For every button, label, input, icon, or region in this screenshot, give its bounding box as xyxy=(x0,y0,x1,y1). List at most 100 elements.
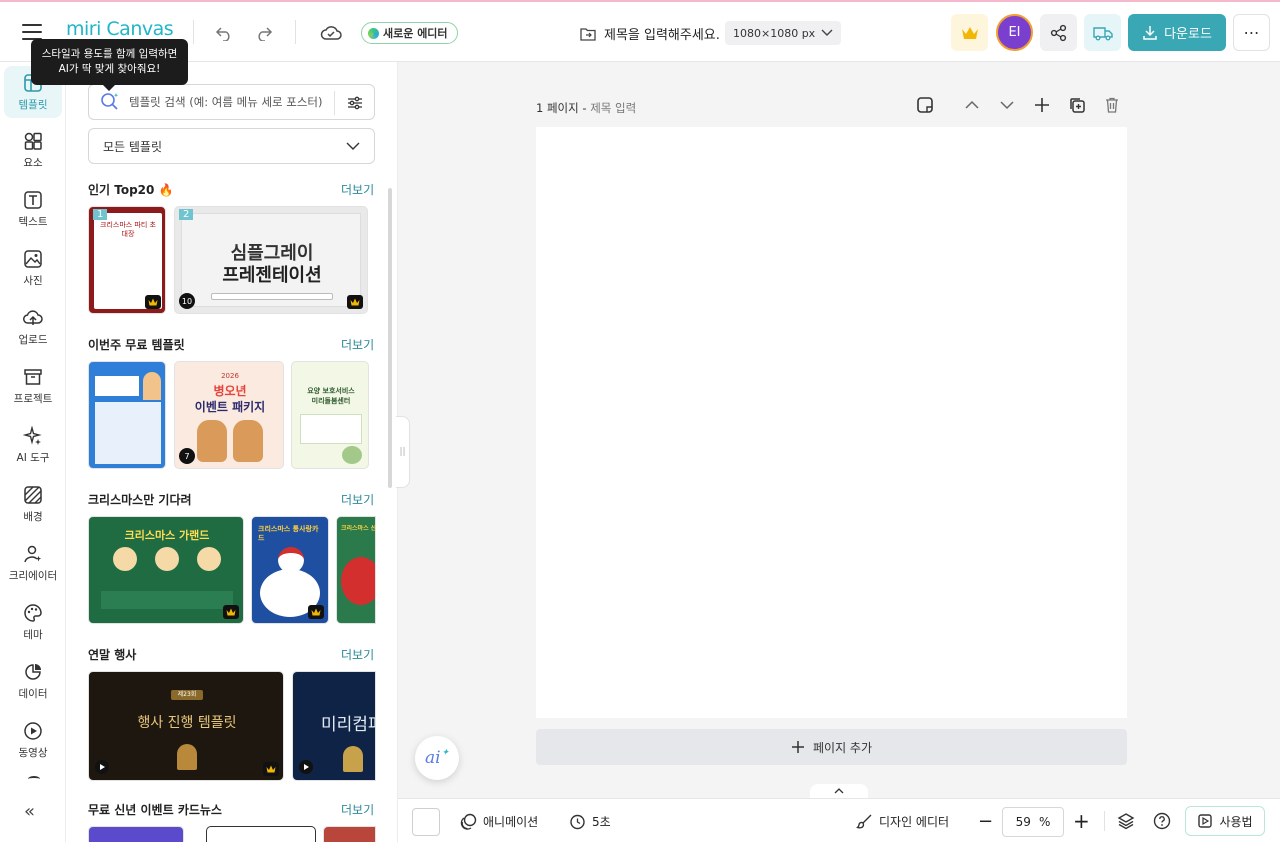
rail-item-upload[interactable]: 업로드 xyxy=(4,301,62,353)
design-canvas[interactable] xyxy=(536,127,1127,718)
template-card[interactable] xyxy=(88,826,184,842)
more-link[interactable]: 더보기 xyxy=(341,336,374,353)
upload-icon xyxy=(23,309,43,325)
premium-crown-button[interactable] xyxy=(951,14,988,51)
move-page-up-icon[interactable] xyxy=(963,96,981,118)
duplicate-page-icon[interactable] xyxy=(1068,96,1086,118)
panel-resize-handle[interactable]: || xyxy=(396,416,410,488)
template-card[interactable]: 2026 병오년 이벤트 패키지 7 xyxy=(174,361,284,469)
crown-icon xyxy=(263,762,279,776)
ai-assistant-button[interactable]: ai ✦ xyxy=(415,736,459,780)
more-link[interactable]: 더보기 xyxy=(341,801,374,818)
ai-tools-icon xyxy=(23,425,42,445)
section-title-free: 이번주 무료 템플릿 xyxy=(88,338,185,352)
rail-item-elements[interactable]: 요소 xyxy=(4,124,62,176)
section-title-christmas: 크리스마스만 기다려 xyxy=(88,493,192,507)
play-icon xyxy=(95,760,109,774)
expand-pages-icon[interactable] xyxy=(810,784,868,798)
memo-icon[interactable] xyxy=(916,96,934,118)
collapse-rail-icon[interactable]: « xyxy=(24,801,35,822)
rail-item-creator[interactable]: 크리에이터 xyxy=(4,537,62,589)
more-link[interactable]: 더보기 xyxy=(341,181,374,198)
template-card[interactable]: 요양 보호서비스 미리돌봄센터 xyxy=(291,361,369,469)
template-card[interactable]: 크리스마스 통사랑카드 xyxy=(251,516,329,624)
download-label: 다운로드 xyxy=(1164,27,1212,42)
more-options-button[interactable]: ⋯ xyxy=(1233,14,1270,51)
category-label: 모든 템플릿 xyxy=(103,139,163,154)
canvas-size-select[interactable]: 1080×1080 px xyxy=(725,21,842,45)
add-page-button[interactable]: 페이지 추가 xyxy=(536,729,1127,765)
undo-icon[interactable] xyxy=(212,22,236,44)
logo[interactable]: miri Canvas xyxy=(66,18,174,40)
animation-icon xyxy=(460,813,477,830)
page-title-input[interactable]: 제목 입력 xyxy=(590,101,636,115)
chevron-down-icon xyxy=(821,29,833,36)
rail-item-ai-tools[interactable]: AI 도구 xyxy=(4,419,62,471)
template-search-input[interactable]: 템플릿 검색 (예: 여름 메뉴 세로 포스터) xyxy=(88,84,375,120)
filter-icon[interactable] xyxy=(334,91,374,115)
theme-icon xyxy=(24,603,42,622)
project-icon xyxy=(24,368,42,385)
rail-item-theme[interactable]: 테마 xyxy=(4,596,62,648)
zoom-input[interactable]: 59 % xyxy=(1002,807,1064,837)
animation-button[interactable]: 애니메이션 xyxy=(460,813,538,830)
rail-item-data[interactable]: 데이터 xyxy=(4,655,62,707)
rail-item-background[interactable]: 배경 xyxy=(4,478,62,530)
rail-item-text[interactable]: 텍스트 xyxy=(4,183,62,235)
template-card[interactable] xyxy=(323,826,376,842)
category-select[interactable]: 모든 템플릿 xyxy=(88,128,375,164)
crown-icon xyxy=(308,605,324,619)
search-placeholder: 템플릿 검색 (예: 여름 메뉴 세로 포스터) xyxy=(129,95,323,109)
template-card[interactable] xyxy=(206,826,316,842)
add-page-label: 페이지 추가 xyxy=(812,740,872,755)
add-page-icon[interactable] xyxy=(1033,96,1051,118)
template-card[interactable]: 심플그레이 프레젠테이션 2 10 xyxy=(174,206,368,314)
rail-item-project[interactable]: 프로젝트 xyxy=(4,360,62,412)
rail-item-video[interactable]: 동영상 xyxy=(4,714,62,766)
share-button[interactable] xyxy=(1040,14,1077,51)
document-title[interactable]: 제목을 입력해주세요. xyxy=(580,24,720,43)
ai-search-icon xyxy=(101,93,119,110)
zoom-out-icon[interactable]: − xyxy=(978,811,993,832)
more-link[interactable]: 더보기 xyxy=(341,646,374,663)
duration-button[interactable]: 5초 xyxy=(569,813,611,830)
left-rail: 템플릿 요소 텍스트 사진 업로드 프로젝트 AI 도구 배경 크리에이터 테마… xyxy=(0,62,66,842)
template-card[interactable]: 미리컴퍼 xyxy=(292,671,376,781)
move-page-down-icon[interactable] xyxy=(998,96,1016,118)
zoom-in-icon[interactable]: + xyxy=(1073,809,1090,833)
text-icon xyxy=(24,190,42,209)
elements-icon xyxy=(24,132,42,150)
delete-page-icon[interactable] xyxy=(1103,96,1121,118)
template-card[interactable] xyxy=(88,361,166,469)
template-card[interactable]: 크리스마스 가랜드 xyxy=(88,516,244,624)
download-button[interactable]: 다운로드 xyxy=(1128,14,1226,51)
user-guide-button[interactable]: 사용법 xyxy=(1185,806,1265,836)
rail-item-photo[interactable]: 사진 xyxy=(4,242,62,294)
design-editor-button[interactable]: 디자인 에디터 xyxy=(856,813,949,830)
more-link[interactable]: 더보기 xyxy=(341,491,374,508)
download-icon xyxy=(1143,25,1157,40)
creator-icon xyxy=(24,545,42,562)
help-icon[interactable] xyxy=(1153,812,1171,830)
folder-icon xyxy=(580,27,596,41)
template-card[interactable]: 크리스마스 산타카드 xyxy=(336,516,376,624)
menu-icon[interactable] xyxy=(22,24,42,40)
music-icon[interactable] xyxy=(28,776,40,782)
template-card[interactable]: 제23회 행사 진행 템플릿 xyxy=(88,671,284,781)
template-card[interactable]: 크리스마스 파티 초대장 1 xyxy=(88,206,166,314)
print-delivery-button[interactable] xyxy=(1084,14,1121,51)
layers-icon[interactable] xyxy=(1117,812,1135,830)
panel-scrollbar[interactable] xyxy=(388,188,392,488)
background-color-swatch[interactable] xyxy=(412,808,440,836)
bottom-toolbar: 애니메이션 5초 디자인 에디터 − 59 % + 사용법 xyxy=(398,798,1280,842)
redo-icon[interactable] xyxy=(252,22,276,44)
cloud-save-icon[interactable] xyxy=(318,22,344,44)
title-placeholder[interactable]: 제목을 입력해주세요. xyxy=(604,24,720,43)
divider xyxy=(193,20,194,44)
brush-icon xyxy=(856,814,872,829)
search-tooltip: 스타일과 용도를 함께 입력하면 AI가 딱 맞게 찾아줘요! xyxy=(31,39,188,91)
new-editor-button[interactable]: 새로운 에디터 xyxy=(361,22,458,44)
avatar[interactable]: EI xyxy=(996,14,1033,51)
plus-icon xyxy=(791,741,804,753)
page-count-badge: 10 xyxy=(179,293,195,309)
